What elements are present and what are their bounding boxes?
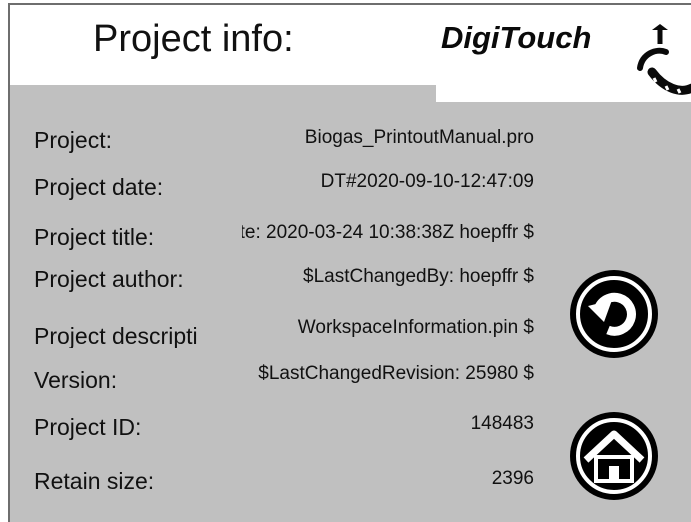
value-version-clip: $LastChangedRevision: 25980 $ (242, 363, 534, 389)
value-version: $LastChangedRevision: 25980 $ (258, 363, 534, 384)
back-arrow-icon (570, 270, 658, 358)
value-project-description-clip: WorkspaceInformation.pin $ (242, 317, 534, 343)
label-project-id: Project ID: (34, 414, 142, 440)
value-retain-size: 2396 (491, 468, 534, 489)
value-project: Biogas_PrintoutManual.pro (304, 127, 534, 148)
label-project-date: Project date: (34, 174, 164, 200)
logo-swoosh-icon (637, 24, 691, 95)
value-retain-size-clip: 2396 (242, 468, 534, 494)
value-project-date: DT#2020-09-10-12:47:09 (320, 171, 534, 192)
value-project-clip: Biogas_PrintoutManual.pro (242, 127, 534, 153)
label-version: Version: (34, 367, 118, 393)
page-title: Project info: (93, 18, 294, 60)
value-project-author-clip: $LastChangedBy: hoepffr $ (242, 266, 534, 292)
value-project-title-clip: $Date: 2020-03-24 10:38:38Z hoepffr $ (242, 222, 534, 248)
label-project-description: Project descripti (34, 325, 198, 348)
value-project-author: $LastChangedBy: hoepffr $ (303, 266, 534, 287)
logo-text: DigiTouch (441, 20, 592, 55)
label-project-author: Project author: (34, 266, 184, 292)
value-project-id-clip: 148483 (242, 413, 534, 439)
label-project: Project: (34, 127, 112, 153)
value-project-id: 148483 (470, 413, 534, 434)
value-project-title: $Date: 2020-03-24 10:38:38Z hoepffr $ (242, 222, 534, 243)
home-button[interactable] (568, 410, 660, 502)
back-button[interactable] (568, 268, 660, 360)
value-project-date-clip: DT#2020-09-10-12:47:09 (242, 171, 534, 197)
label-retain-size: Retain size: (34, 468, 155, 494)
value-project-description: WorkspaceInformation.pin $ (297, 317, 534, 338)
home-icon (570, 412, 658, 500)
label-project-title: Project title: (34, 224, 155, 250)
